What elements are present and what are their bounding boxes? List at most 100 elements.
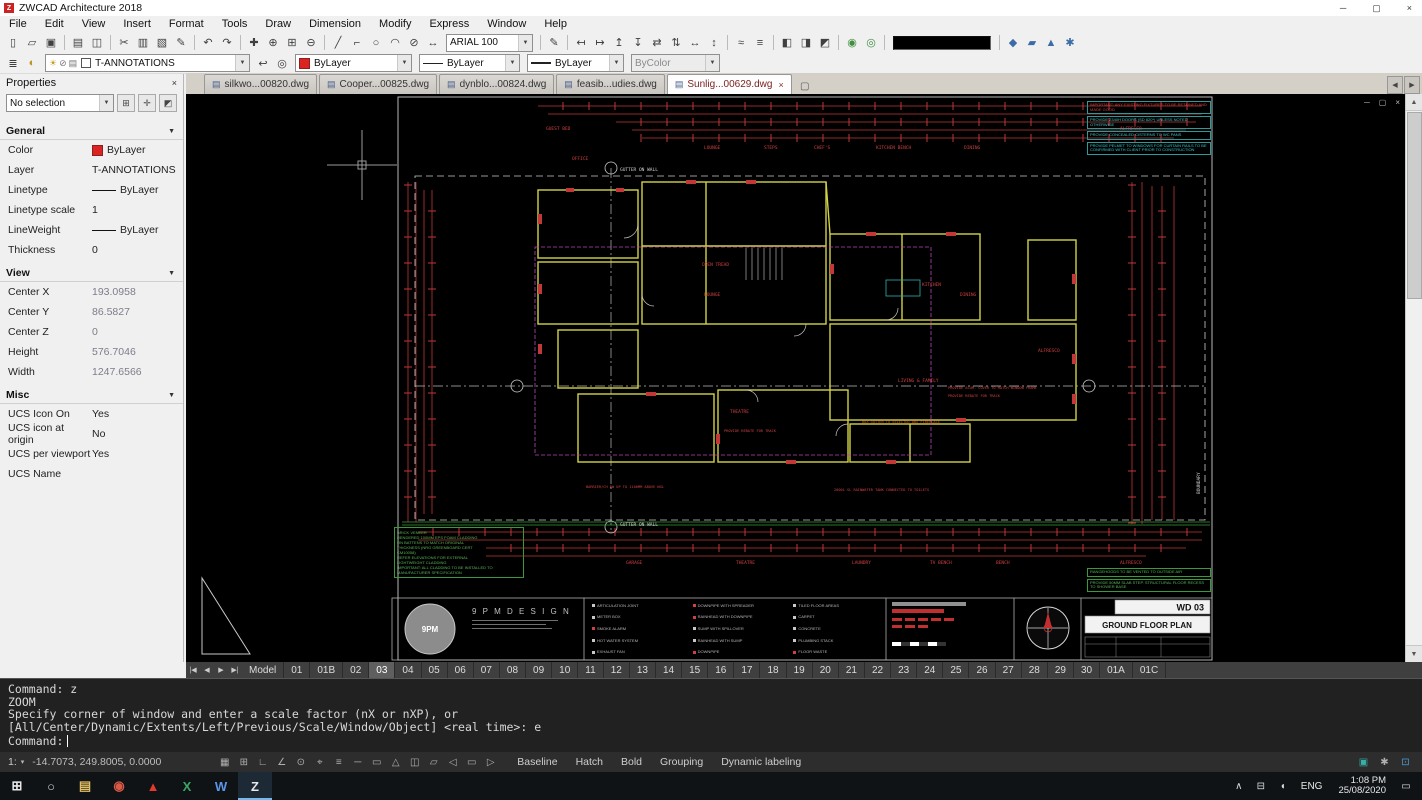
property-row[interactable]: UCS Name <box>0 464 183 484</box>
chrome-icon[interactable]: ◉ <box>102 772 136 800</box>
property-row[interactable]: UCS Icon On Yes <box>0 404 183 424</box>
viewport-next-icon[interactable]: ▷ <box>482 754 499 770</box>
system-clock[interactable]: 1:08 PM 25/08/2020 <box>1330 776 1394 797</box>
property-row[interactable]: UCS icon at origin No <box>0 424 183 444</box>
viewport-prev-icon[interactable]: ◁ <box>444 754 461 770</box>
line-icon[interactable]: ╱ <box>329 34 347 52</box>
scroll-up-icon[interactable]: ▲ <box>1406 94 1422 111</box>
menu-draw[interactable]: Draw <box>256 16 300 32</box>
doc-tab-silkwo[interactable]: ▤ silkwo...00820.dwg × <box>204 74 317 94</box>
collapse-icon[interactable]: ▼ <box>168 392 175 399</box>
arc-icon[interactable]: ◠ <box>386 34 404 52</box>
separator[interactable] <box>773 35 774 50</box>
minimize-button[interactable]: ─ <box>1340 3 1346 13</box>
collapse-icon[interactable]: ▼ <box>168 128 175 135</box>
ucs-toggle-icon[interactable]: △ <box>387 754 404 770</box>
layout-tab-12[interactable]: 12 <box>604 662 630 678</box>
text-style-combo[interactable]: ARIAL 100 ▼ <box>446 34 533 52</box>
vertical-scrollbar[interactable]: ▲ ▼ <box>1405 94 1422 662</box>
quick-command-input[interactable] <box>893 36 991 50</box>
section-view[interactable]: View ▼ <box>0 264 183 282</box>
mdi-restore-icon[interactable]: ▢ <box>1379 98 1387 107</box>
viewport-scale[interactable]: 1: <box>8 756 17 768</box>
section-misc[interactable]: Misc ▼ <box>0 386 183 404</box>
plot-style-combo[interactable]: ByColor ▼ <box>631 54 720 72</box>
layout-tab-01b[interactable]: 01B <box>310 662 343 678</box>
etransmit-icon[interactable]: ◉ <box>843 34 861 52</box>
dim-diameter-icon[interactable]: ↔ <box>686 34 704 52</box>
layout-tab-23[interactable]: 23 <box>891 662 917 678</box>
layout-tab-11[interactable]: 11 <box>578 662 603 678</box>
selection-combo[interactable]: No selection ▼ <box>6 94 114 112</box>
tray-volume-icon[interactable]: ◖ <box>1273 772 1293 800</box>
separator[interactable] <box>194 35 195 50</box>
menu-modify[interactable]: Modify <box>370 16 420 32</box>
dim-angular-icon[interactable]: ⇄ <box>648 34 666 52</box>
layout-nav-next[interactable]: ▶ <box>214 663 228 677</box>
layout-tab-20[interactable]: 20 <box>813 662 839 678</box>
maximize-button[interactable]: ▢ <box>1372 3 1381 14</box>
layout-tab-13[interactable]: 13 <box>630 662 656 678</box>
menu-insert[interactable]: Insert <box>114 16 160 32</box>
tray-display-icon[interactable]: ⊟ <box>1251 772 1271 800</box>
dim-leader-icon[interactable]: ↕ <box>705 34 723 52</box>
layout-tab-22[interactable]: 22 <box>865 662 891 678</box>
dim-baseline-icon[interactable]: ↥ <box>610 34 628 52</box>
layout-tab-09[interactable]: 09 <box>526 662 552 678</box>
toggle-pickadd-icon[interactable]: ⊞ <box>117 94 135 112</box>
mdi-minimize-icon[interactable]: ─ <box>1364 98 1370 107</box>
layout-tab-24[interactable]: 24 <box>917 662 943 678</box>
erase-icon[interactable]: ⊘ <box>405 34 423 52</box>
layer-previous-icon[interactable]: ◧ <box>778 34 796 52</box>
collapse-icon[interactable]: ▼ <box>168 270 175 277</box>
layout-tab-27[interactable]: 27 <box>996 662 1022 678</box>
start-button[interactable]: ⊞ <box>0 772 34 800</box>
text-style-icon[interactable]: ✎ <box>545 34 563 52</box>
layer-previous2-icon[interactable]: ↩ <box>254 54 272 72</box>
layout-tab-28[interactable]: 28 <box>1022 662 1048 678</box>
separator[interactable] <box>567 35 568 50</box>
zoom-window-icon[interactable]: ⊞ <box>283 34 301 52</box>
chevron-down-icon[interactable]: ▼ <box>235 55 249 71</box>
workspace-icon[interactable]: ◆ <box>1004 34 1022 52</box>
menu-view[interactable]: View <box>73 16 115 32</box>
toggle-baseline[interactable]: Baseline <box>517 756 557 768</box>
color-combo[interactable]: ByLayer ▼ <box>295 54 412 72</box>
property-row[interactable]: Linetype scale 1 <box>0 200 183 220</box>
dim-radius-icon[interactable]: ⇅ <box>667 34 685 52</box>
menu-dimension[interactable]: Dimension <box>300 16 370 32</box>
polyline-icon[interactable]: ⌐ <box>348 34 366 52</box>
open-file-icon[interactable]: ▱ <box>23 34 41 52</box>
layout-tab-08[interactable]: 08 <box>500 662 526 678</box>
layout-nav-last[interactable]: ▶| <box>228 663 242 677</box>
close-properties-icon[interactable]: × <box>172 78 177 88</box>
pan-icon[interactable]: ✚ <box>245 34 263 52</box>
match-properties-icon[interactable]: ✎ <box>172 34 190 52</box>
separator[interactable] <box>838 35 839 50</box>
layout-tab-16[interactable]: 16 <box>708 662 734 678</box>
lineweight-combo[interactable]: ByLayer ▼ <box>527 54 624 72</box>
viewport-current-icon[interactable]: ▭ <box>463 754 480 770</box>
separator[interactable] <box>884 35 885 50</box>
property-row[interactable]: Linetype ByLayer <box>0 180 183 200</box>
mdi-close-icon[interactable]: × <box>1395 98 1400 107</box>
paste-icon[interactable]: ▧ <box>153 34 171 52</box>
property-row[interactable]: LineWeight ByLayer <box>0 220 183 240</box>
chevron-down-icon[interactable]: ▼ <box>505 55 519 71</box>
dim-continue-icon[interactable]: ↧ <box>629 34 647 52</box>
plot-icon[interactable]: ▤ <box>69 34 87 52</box>
layer-isolate-icon[interactable]: ◩ <box>816 34 834 52</box>
chevron-down-icon[interactable]: ▼ <box>518 35 532 51</box>
property-row[interactable]: Layer T-ANNOTATIONS <box>0 160 183 180</box>
cut-icon[interactable]: ✂ <box>115 34 133 52</box>
separator[interactable] <box>64 35 65 50</box>
layer-combo[interactable]: ☀ ⊘ ▤ T-ANNOTATIONS ▼ <box>45 54 250 72</box>
separator[interactable] <box>110 35 111 50</box>
dim-style-icon[interactable]: ≈ <box>732 34 750 52</box>
layer-properties-icon[interactable]: ≣ <box>4 54 22 72</box>
print-preview-icon[interactable]: ◫ <box>88 34 106 52</box>
property-row[interactable]: UCS per viewport Yes <box>0 444 183 464</box>
chevron-down-icon[interactable]: ▼ <box>705 55 719 71</box>
linetype-combo[interactable]: ByLayer ▼ <box>419 54 520 72</box>
layout-tab-07[interactable]: 07 <box>474 662 500 678</box>
